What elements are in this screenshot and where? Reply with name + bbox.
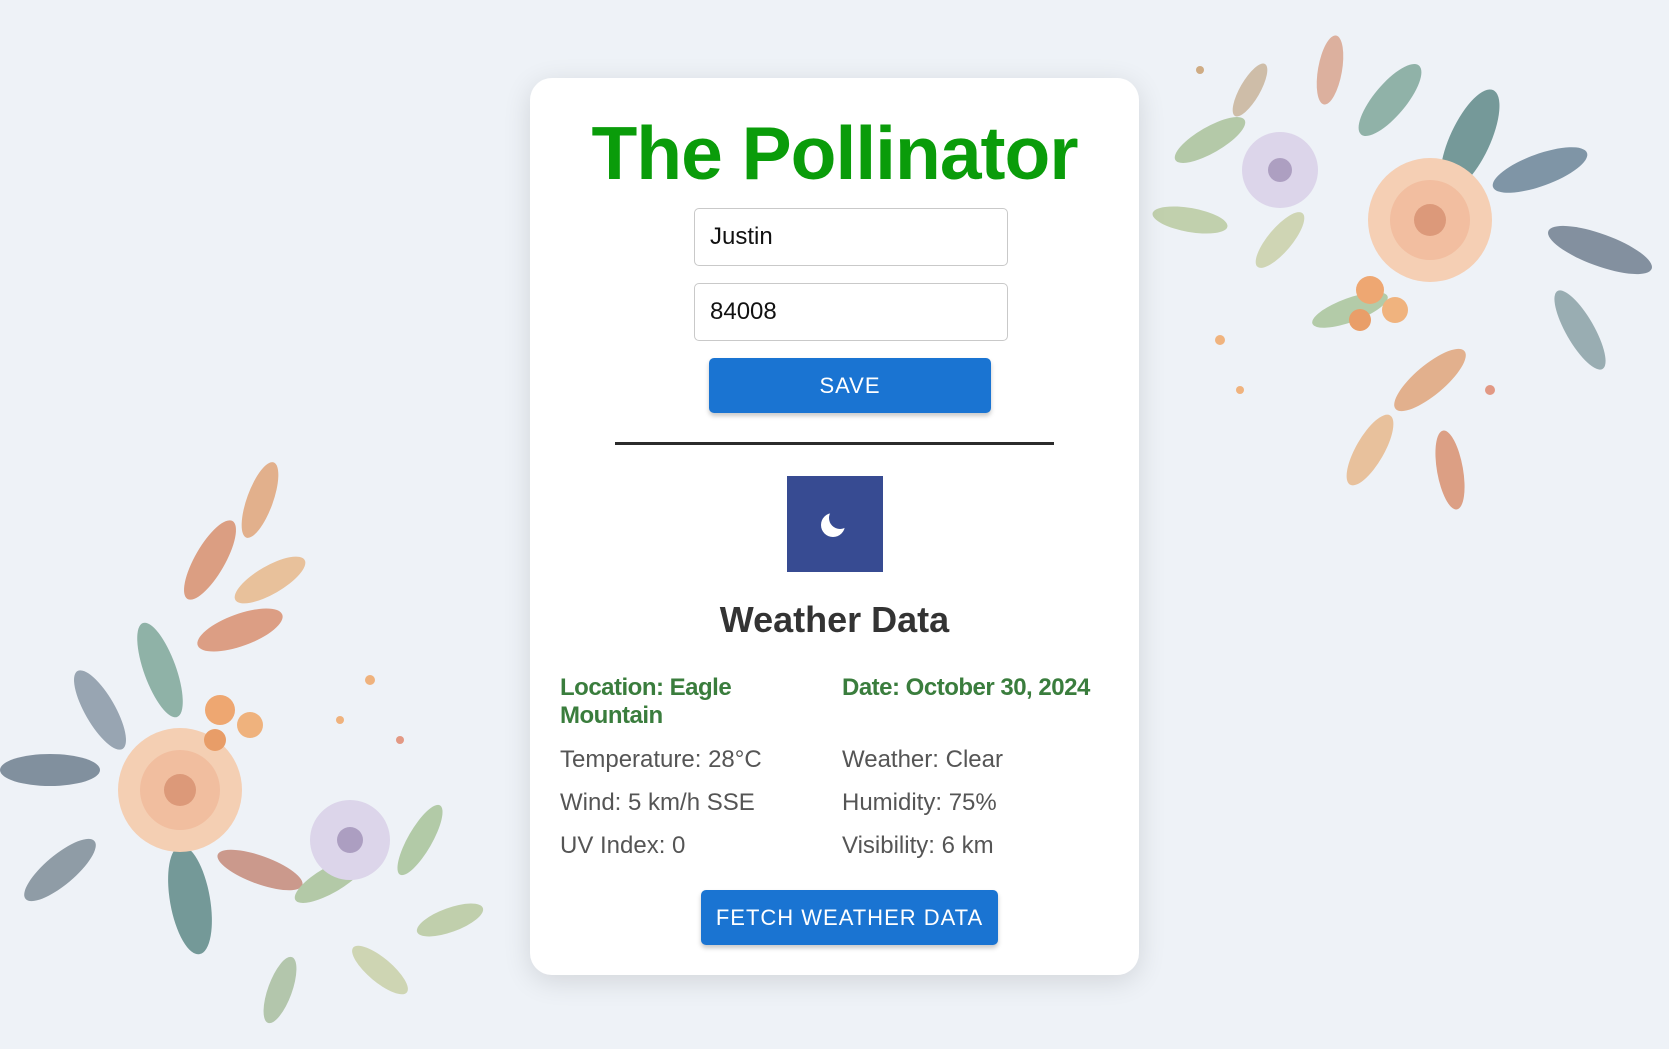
location-label: Location: Eagle Mountain [560, 674, 732, 729]
app-card: The Pollinator SAVE Weather Data Locatio… [530, 78, 1139, 975]
crescent-moon-icon [787, 476, 883, 572]
humidity-text: Humidity: 75% [842, 789, 997, 816]
visibility-text: Visibility: 6 km [842, 832, 994, 859]
zip-code-input[interactable] [694, 283, 1008, 341]
weather-data-heading: Weather Data [719, 599, 950, 640]
floral-decoration-left [0, 462, 484, 1024]
divider [615, 442, 1054, 445]
weather-condition-text: Weather: Clear [842, 746, 1003, 773]
date-label: Date: October 30, 2024 [842, 674, 1090, 701]
app-title: The Pollinator [591, 111, 1078, 195]
uv-index-text: UV Index: 0 [560, 832, 686, 859]
fetch-weather-button[interactable]: FETCH WEATHER DATA [701, 890, 998, 945]
weather-column-left: Location: Eagle Mountain Temperature: 28… [560, 674, 820, 859]
floral-decoration-right [1152, 35, 1652, 510]
temperature-text: Temperature: 28°C [560, 746, 762, 773]
wind-text: Wind: 5 km/h SSE [560, 789, 755, 816]
save-button[interactable]: SAVE [709, 358, 991, 413]
weather-column-right: Date: October 30, 2024 Weather: Clear Hu… [842, 674, 1102, 859]
name-input[interactable] [694, 208, 1008, 266]
